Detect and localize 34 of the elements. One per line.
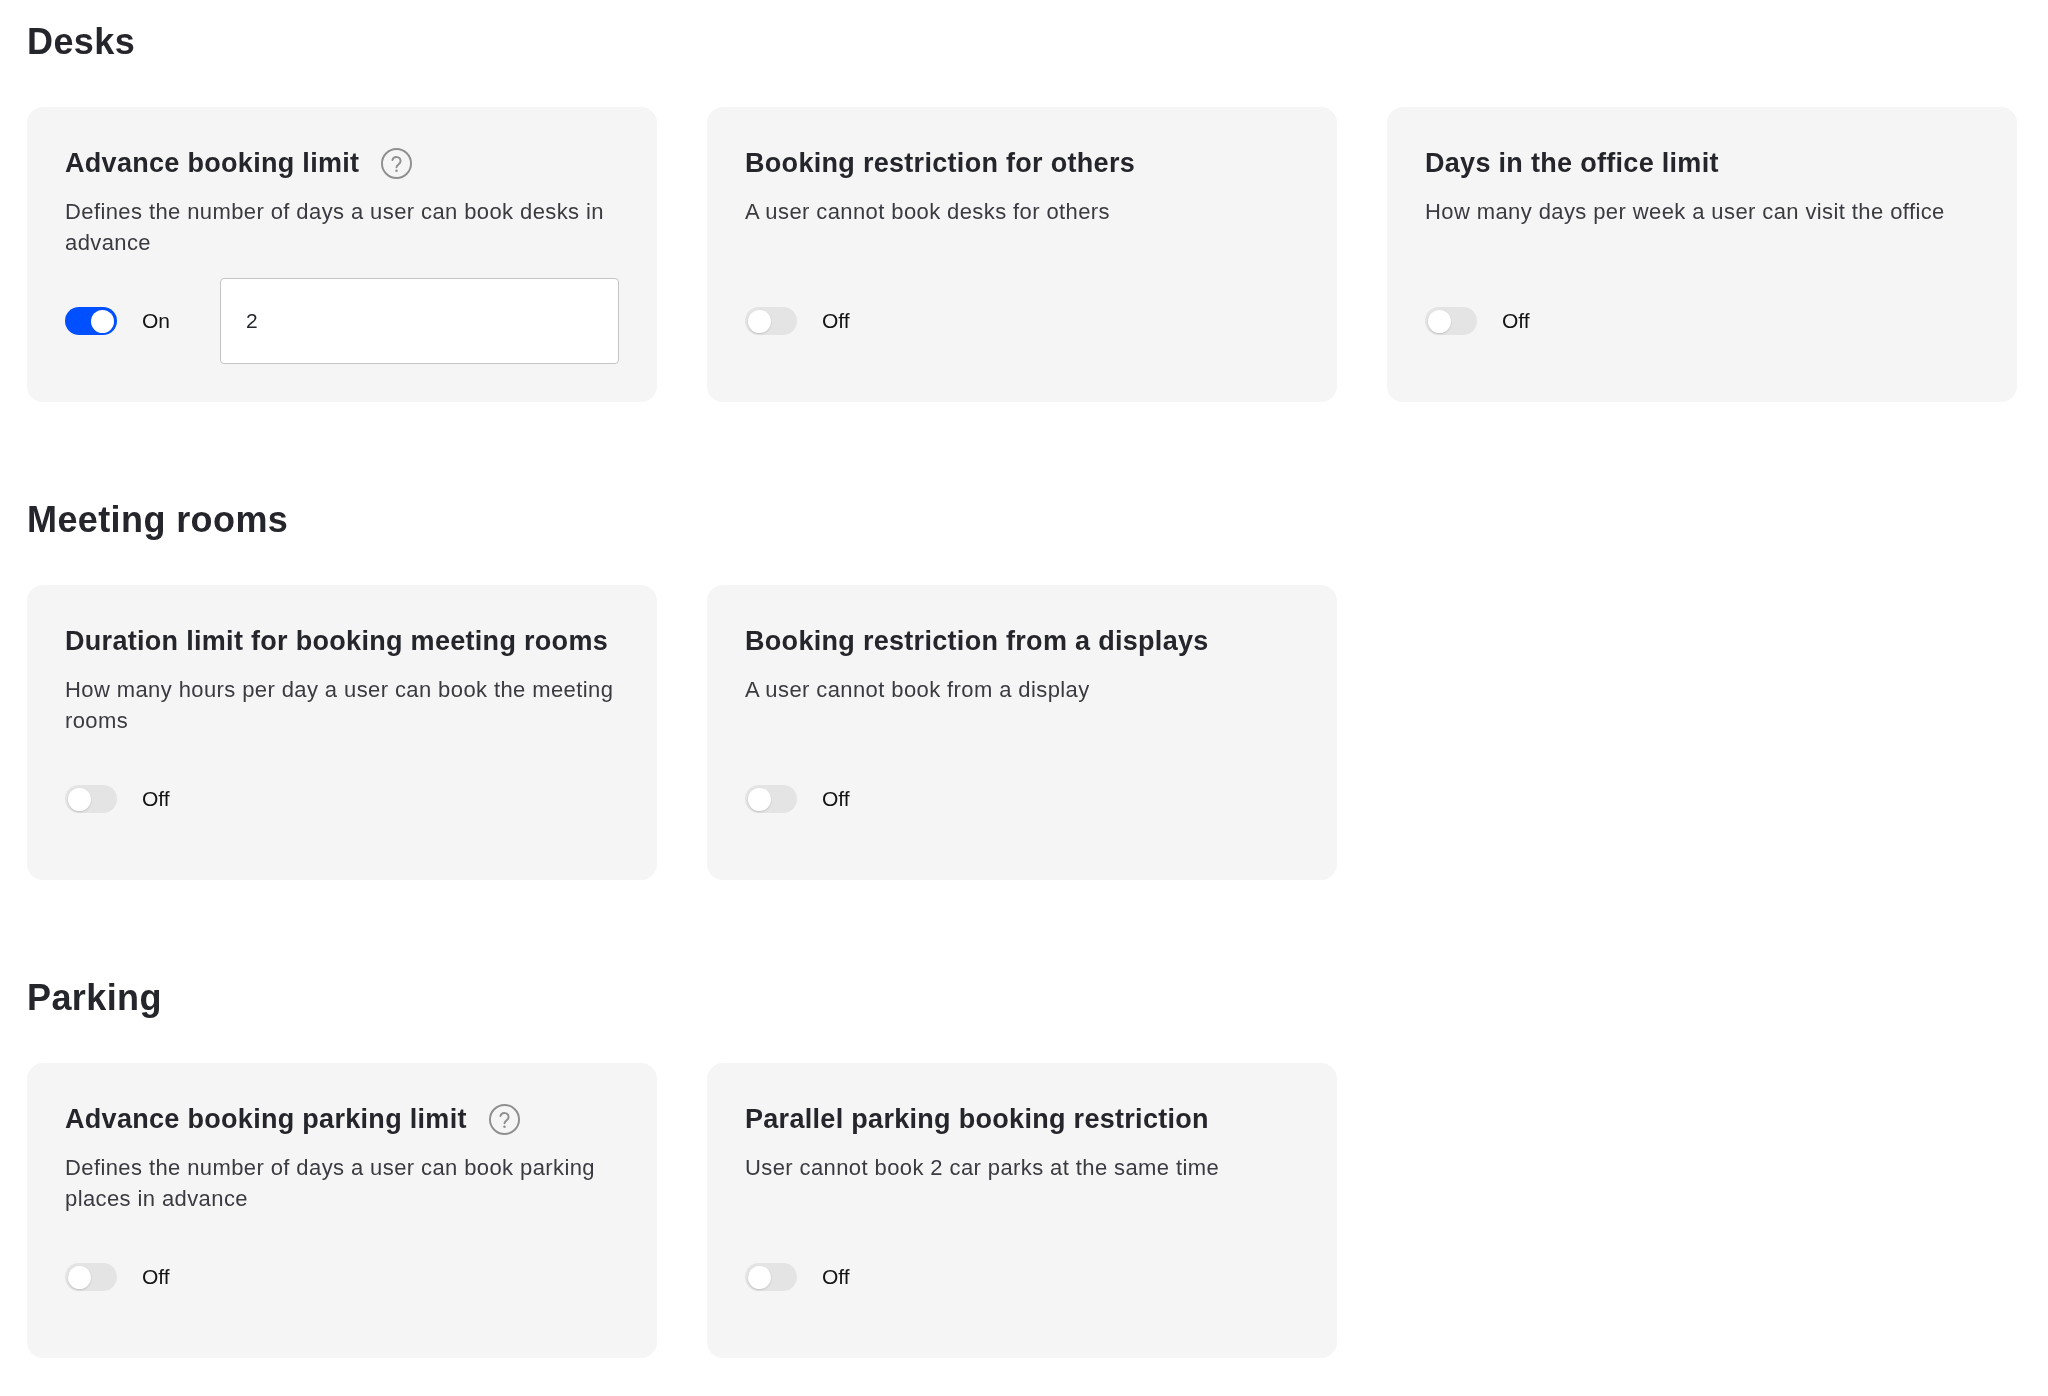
toggle-label: Off (822, 786, 850, 813)
toggle-switch[interactable] (745, 785, 797, 813)
toggle-switch[interactable] (65, 307, 117, 335)
help-icon[interactable] (488, 1103, 520, 1135)
card-description: Defines the number of days a user can book parking places in advance (65, 1154, 596, 1213)
toggle-switch[interactable] (745, 307, 797, 335)
card-description: How many hours per day a user can book the meeting rooms (65, 676, 615, 735)
card-description: A user cannot book desks for others (745, 198, 1111, 226)
help-icon[interactable] (381, 147, 413, 179)
card-title: Advance booking parking limit (65, 1103, 467, 1136)
toggle-label: On (142, 308, 170, 335)
toggle-switch[interactable] (1425, 307, 1477, 335)
card-description: How many days per week a user can visit the office (1425, 198, 1946, 226)
section-heading: Meeting rooms (27, 498, 289, 542)
number-field[interactable]: 2 (220, 278, 619, 364)
card-title: Booking restriction for others (745, 147, 1136, 180)
card-title: Days in the office limit (1425, 147, 1719, 180)
toggle-label: Off (822, 308, 850, 335)
card-description: Defines the number of days a user can book desks in advance (65, 198, 605, 257)
toggle-label: Off (1502, 308, 1530, 335)
toggle-switch[interactable] (65, 1263, 117, 1291)
toggle-switch[interactable] (745, 1263, 797, 1291)
section-heading: Parking (27, 976, 162, 1020)
card-title: Advance booking limit (65, 147, 360, 180)
toggle-switch[interactable] (65, 785, 117, 813)
card-title: Booking restriction from a displays (745, 625, 1209, 658)
card-title: Duration limit for booking meeting rooms (65, 625, 608, 658)
card-description: A user cannot book from a display (745, 676, 1091, 704)
toggle-label: Off (822, 1264, 850, 1291)
toggle-label: Off (142, 786, 170, 813)
card-title: Parallel parking booking restriction (745, 1103, 1209, 1136)
toggle-label: Off (142, 1264, 170, 1291)
card-description: User cannot book 2 car parks at the same time (745, 1154, 1221, 1182)
section-heading: Desks (27, 20, 136, 64)
